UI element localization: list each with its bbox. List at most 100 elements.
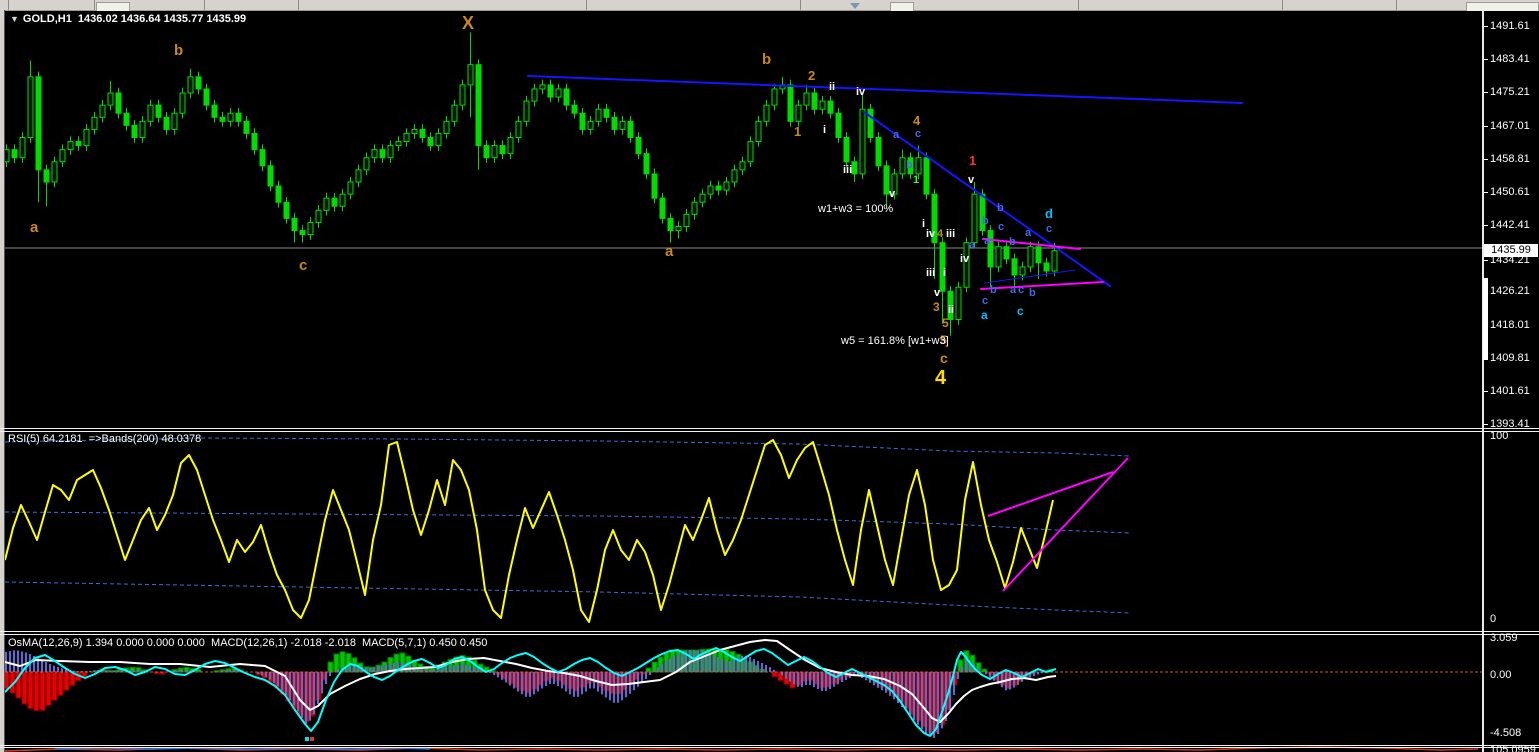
- candle-body[interactable]: [75, 141, 82, 147]
- candle-body[interactable]: [107, 92, 114, 106]
- candle-body[interactable]: [179, 92, 186, 114]
- wave-label[interactable]: 2: [808, 69, 815, 82]
- candle-body[interactable]: [99, 104, 106, 118]
- candle-body[interactable]: [419, 128, 426, 138]
- candle-body[interactable]: [371, 149, 378, 159]
- wave-label[interactable]: c: [982, 296, 988, 307]
- panel-divider[interactable]: [0, 431, 1539, 432]
- candle-body[interactable]: [51, 161, 58, 183]
- wave-label[interactable]: b: [1029, 288, 1036, 299]
- candle-body[interactable]: [411, 128, 418, 134]
- wave-label[interactable]: w5 = 161.8% [w1+w3]: [841, 336, 949, 347]
- candle-body[interactable]: [443, 120, 450, 134]
- candle-body[interactable]: [187, 76, 194, 94]
- wave-label[interactable]: iii: [946, 229, 955, 240]
- wave-label[interactable]: iii: [926, 268, 935, 279]
- candle-body[interactable]: [67, 141, 74, 151]
- candle-body[interactable]: [619, 120, 626, 130]
- candle-body[interactable]: [483, 145, 490, 159]
- candle-body[interactable]: [459, 84, 466, 106]
- wave-label[interactable]: c: [1046, 224, 1052, 235]
- wave-label[interactable]: b: [997, 203, 1004, 214]
- candle-body[interactable]: [515, 120, 522, 138]
- candle-body[interactable]: [851, 161, 858, 175]
- candle-body[interactable]: [1027, 246, 1034, 268]
- wave-label[interactable]: a: [30, 220, 38, 235]
- candle-body[interactable]: [123, 112, 130, 126]
- candle-body[interactable]: [387, 145, 394, 159]
- candle-body[interactable]: [251, 132, 258, 151]
- wave-label[interactable]: v: [889, 189, 895, 200]
- wave-label[interactable]: 1: [913, 175, 919, 186]
- wave-label[interactable]: b: [174, 43, 183, 58]
- candle-body[interactable]: [155, 104, 162, 118]
- wave-label[interactable]: d: [1045, 207, 1053, 220]
- candle-body[interactable]: [787, 84, 794, 122]
- candle-body[interactable]: [579, 112, 586, 130]
- wave-label[interactable]: ii: [948, 305, 954, 316]
- candle-body[interactable]: [35, 76, 42, 171]
- candle-body[interactable]: [955, 286, 962, 321]
- rsi-trendline[interactable]: [1002, 457, 1129, 592]
- candle-body[interactable]: [627, 120, 634, 138]
- wave-label[interactable]: iv: [926, 229, 935, 240]
- wave-label[interactable]: a: [1025, 228, 1031, 239]
- wave-label[interactable]: iv: [960, 254, 969, 265]
- candle-body[interactable]: [571, 104, 578, 114]
- candle-body[interactable]: [91, 116, 98, 130]
- candle-body[interactable]: [1011, 258, 1018, 276]
- wave-label[interactable]: b: [1009, 237, 1016, 248]
- candle-body[interactable]: [1003, 246, 1010, 260]
- candle-body[interactable]: [699, 193, 706, 203]
- candle-body[interactable]: [603, 108, 610, 118]
- wave-label[interactable]: v: [934, 288, 940, 299]
- candle-body[interactable]: [499, 145, 506, 155]
- candle-body[interactable]: [771, 88, 778, 106]
- candle-body[interactable]: [507, 136, 514, 155]
- candle-body[interactable]: [355, 169, 362, 183]
- candle-body[interactable]: [259, 149, 266, 167]
- candle-body[interactable]: [379, 149, 386, 159]
- wave-label[interactable]: a: [893, 130, 899, 141]
- candle-body[interactable]: [811, 92, 818, 110]
- candle-body[interactable]: [1035, 246, 1042, 264]
- trendline[interactable]: [863, 111, 1111, 287]
- candle-body[interactable]: [539, 84, 546, 90]
- candle-body[interactable]: [235, 112, 242, 122]
- trendline[interactable]: [980, 281, 1104, 290]
- candle-body[interactable]: [267, 165, 274, 187]
- candle-body[interactable]: [635, 136, 642, 155]
- candle-body[interactable]: [283, 201, 290, 219]
- wave-label[interactable]: a: [1010, 285, 1016, 296]
- candle-body[interactable]: [595, 108, 602, 122]
- candle-body[interactable]: [547, 84, 554, 98]
- candle-body[interactable]: [715, 185, 722, 191]
- candle-body[interactable]: [875, 136, 882, 167]
- wave-label[interactable]: c: [915, 129, 921, 140]
- candle-body[interactable]: [739, 161, 746, 171]
- wave-label[interactable]: b: [982, 216, 989, 227]
- trendline[interactable]: [527, 75, 1243, 104]
- candle-body[interactable]: [795, 104, 802, 122]
- candle-body[interactable]: [331, 197, 338, 207]
- wave-label[interactable]: a: [981, 309, 988, 321]
- candle-body[interactable]: [315, 209, 322, 223]
- candle-body[interactable]: [859, 108, 866, 175]
- wave-label[interactable]: 1: [969, 154, 976, 167]
- candle-body[interactable]: [723, 181, 730, 191]
- wave-label[interactable]: iii: [843, 165, 852, 176]
- wave-label[interactable]: i: [943, 268, 946, 279]
- wave-label[interactable]: ii: [829, 82, 835, 93]
- candle-body[interactable]: [531, 88, 538, 102]
- candle-body[interactable]: [363, 157, 370, 171]
- candle-body[interactable]: [243, 120, 250, 134]
- candle-body[interactable]: [115, 92, 122, 114]
- candle-body[interactable]: [19, 136, 26, 159]
- wave-label[interactable]: i: [922, 219, 925, 230]
- candle-body[interactable]: [395, 141, 402, 147]
- candle-body[interactable]: [451, 104, 458, 122]
- wave-label[interactable]: 4: [937, 229, 943, 240]
- wave-label[interactable]: 4: [913, 114, 920, 127]
- panel-divider[interactable]: [0, 745, 1539, 746]
- candle-body[interactable]: [915, 157, 922, 175]
